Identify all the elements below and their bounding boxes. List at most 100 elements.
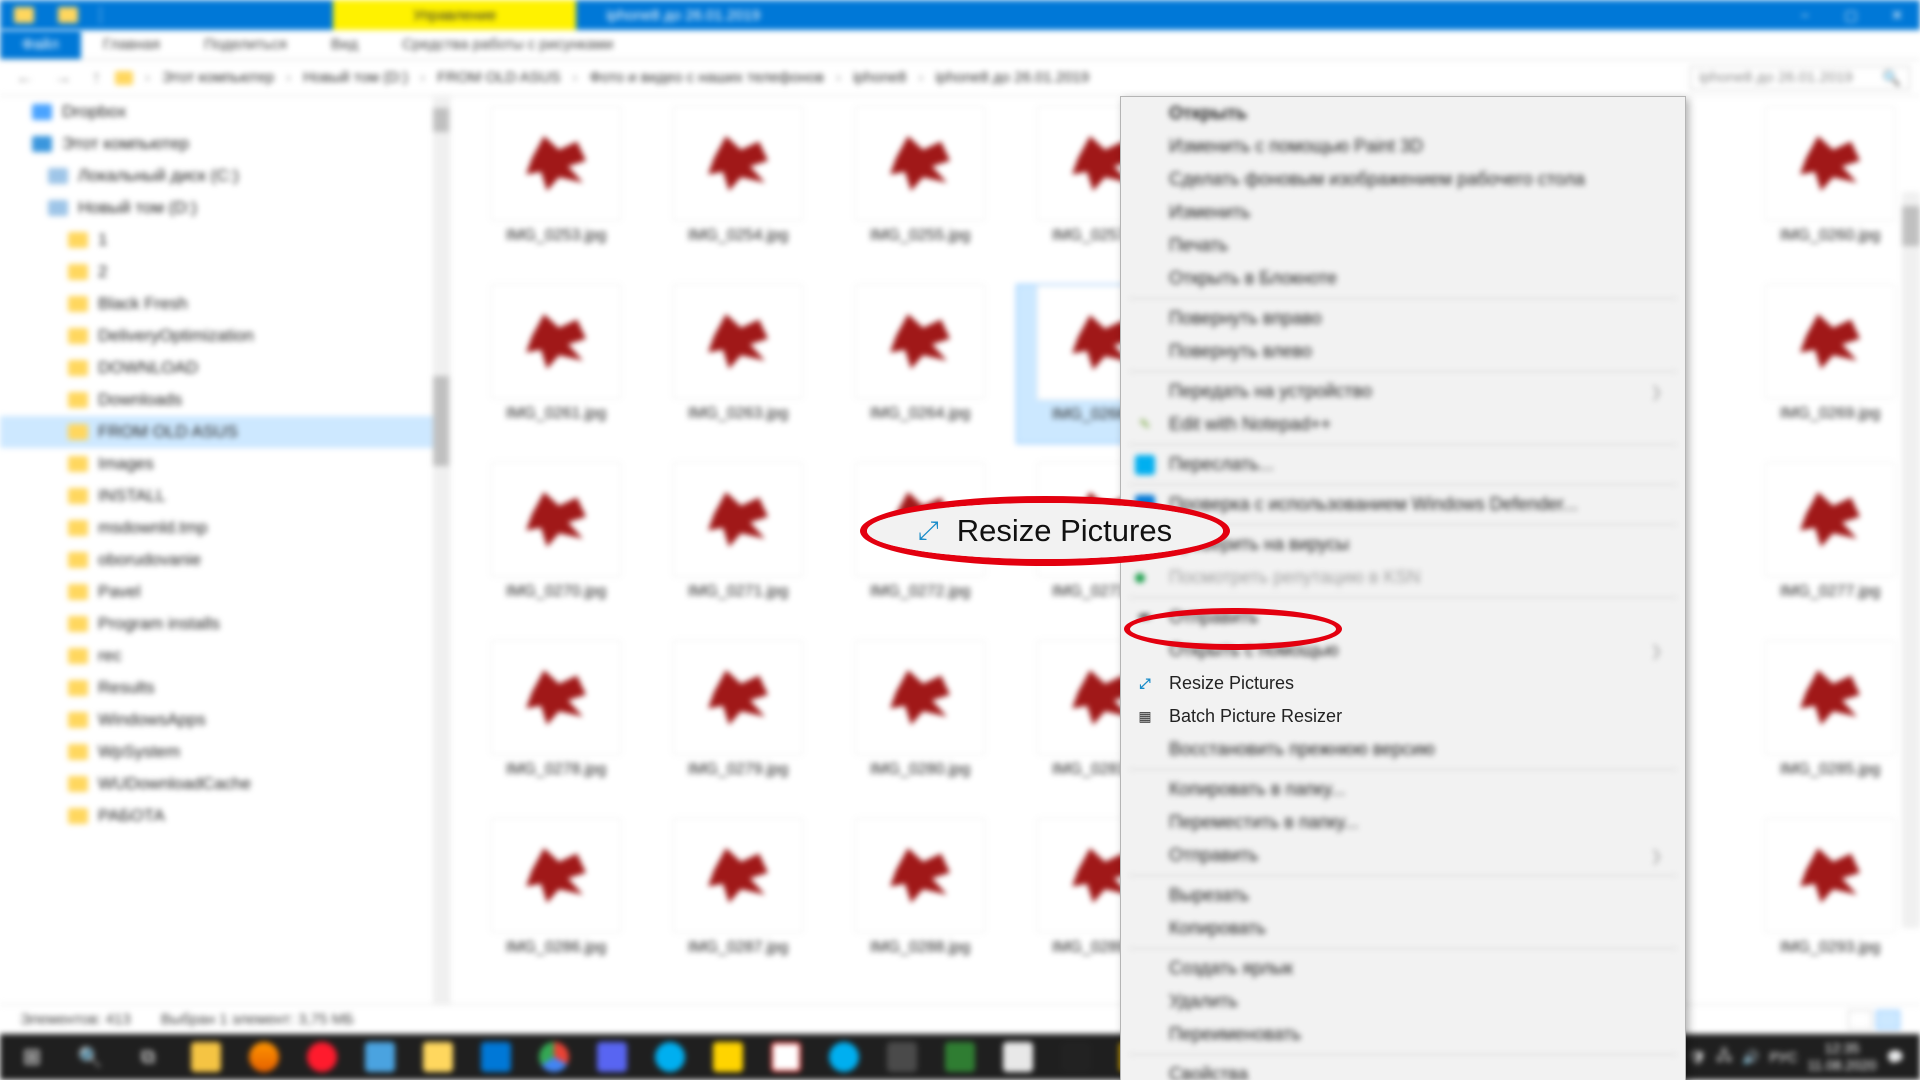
breadcrumb[interactable]: Этот компьютер	[162, 69, 274, 86]
breadcrumb[interactable]: FROM OLD ASUS	[437, 69, 560, 86]
taskbar-app-explorer[interactable]	[412, 1037, 464, 1077]
minimize-button[interactable]: −	[1782, 0, 1828, 30]
view-thumbnails-button[interactable]	[1876, 1010, 1900, 1030]
tab-share[interactable]: Поделиться	[182, 30, 309, 59]
file-item[interactable]: IMG_0277.jpg	[1744, 462, 1916, 622]
file-item[interactable]: IMG_0272.jpg	[834, 462, 1006, 622]
file-item[interactable]: IMG_0263.jpg	[652, 284, 824, 444]
scrollbar[interactable]	[433, 96, 449, 1004]
view-details-button[interactable]	[1848, 1010, 1872, 1030]
breadcrumb[interactable]: iphone8	[853, 69, 906, 86]
tab-home[interactable]: Главная	[81, 30, 182, 59]
search-input[interactable]: iphone8 до 26.01.2019 🔍	[1690, 66, 1910, 90]
breadcrumb[interactable]: Новый том (D:)	[303, 69, 408, 86]
taskbar-app[interactable]	[992, 1037, 1044, 1077]
tree-item[interactable]: 1	[0, 224, 449, 256]
nav-tree[interactable]: DropboxЭтот компьютерЛокальный диск (C:)…	[0, 96, 450, 1004]
task-view-button[interactable]: ⧉	[122, 1037, 174, 1077]
ctx-cut[interactable]: Вырезать	[1121, 879, 1685, 912]
tree-item[interactable]: DOWNLOAD	[0, 352, 449, 384]
file-item[interactable]: IMG_0279.jpg	[652, 640, 824, 800]
taskbar-app[interactable]	[702, 1037, 754, 1077]
file-item[interactable]: IMG_0278.jpg	[470, 640, 642, 800]
file-item[interactable]: IMG_0288.jpg	[834, 818, 1006, 978]
ctx-edit-notepadpp[interactable]: ✎Edit with Notepad++	[1121, 408, 1685, 441]
start-button[interactable]: ⊞	[6, 1037, 58, 1077]
tree-item[interactable]: oborudovanie	[0, 544, 449, 576]
taskbar-app[interactable]	[1050, 1037, 1102, 1077]
tray-volume-icon[interactable]: 🔊	[1742, 1049, 1759, 1066]
ctx-skype-share[interactable]: Переслать...	[1121, 448, 1685, 481]
taskbar-app-skype[interactable]	[818, 1037, 870, 1077]
nav-up-button[interactable]: ↑	[86, 67, 107, 88]
taskbar-app[interactable]	[354, 1037, 406, 1077]
ctx-rename[interactable]: Переименовать	[1121, 1018, 1685, 1051]
file-item[interactable]: IMG_0293.jpg	[1744, 818, 1916, 978]
ribbon-contextual-tab[interactable]: Управление	[333, 0, 576, 30]
taskbar-app-firefox[interactable]	[238, 1037, 290, 1077]
tree-item[interactable]: DeliveryOptimization	[0, 320, 449, 352]
ctx-edit[interactable]: Изменить	[1121, 196, 1685, 229]
file-item[interactable]: IMG_0287.jpg	[652, 818, 824, 978]
taskbar-app-opera[interactable]	[296, 1037, 348, 1077]
tray-network-icon[interactable]: 🖧	[1716, 1045, 1732, 1069]
file-item[interactable]: IMG_0253.jpg	[470, 106, 642, 266]
ctx-properties[interactable]: Свойства	[1121, 1058, 1685, 1080]
file-item[interactable]: IMG_0255.jpg	[834, 106, 1006, 266]
taskbar-app[interactable]	[644, 1037, 696, 1077]
tree-item[interactable]: WpSystem	[0, 736, 449, 768]
file-item[interactable]: IMG_0270.jpg	[470, 462, 642, 622]
tree-item[interactable]: Этот компьютер	[0, 128, 449, 160]
taskbar-app[interactable]	[180, 1037, 232, 1077]
tree-item[interactable]: FROM OLD ASUS	[0, 416, 449, 448]
tree-item[interactable]: Results	[0, 672, 449, 704]
ctx-move-to-folder[interactable]: Переместить в папку...	[1121, 806, 1685, 839]
ctx-defender-scan[interactable]: Проверка с использованием Windows Defend…	[1121, 488, 1685, 521]
file-item[interactable]: IMG_0260.jpg	[1744, 106, 1916, 266]
tab-picture-tools[interactable]: Средства работы с рисунками	[380, 30, 635, 59]
ctx-set-wallpaper[interactable]: Сделать фоновым изображением рабочего ст…	[1121, 163, 1685, 196]
ctx-create-shortcut[interactable]: Создать ярлык	[1121, 952, 1685, 985]
tree-item[interactable]: Black Fresh	[0, 288, 449, 320]
ctx-paint3d[interactable]: Изменить с помощью Paint 3D	[1121, 130, 1685, 163]
ctx-delete[interactable]: Удалить	[1121, 985, 1685, 1018]
breadcrumb[interactable]: Фото и видео с наших телефонов	[590, 69, 824, 86]
tray-icon[interactable]: 🛡	[1689, 1049, 1707, 1066]
tree-item[interactable]: РАБОТА	[0, 800, 449, 832]
file-item[interactable]: IMG_0261.jpg	[470, 284, 642, 444]
ctx-cast-to-device[interactable]: Передать на устройство〉	[1121, 375, 1685, 408]
ctx-open-notepad[interactable]: Открыть в Блокноте	[1121, 262, 1685, 295]
tree-item[interactable]: WindowsApps	[0, 704, 449, 736]
file-item[interactable]: IMG_0280.jpg	[834, 640, 1006, 800]
tree-item[interactable]: Локальный диск (C:)	[0, 160, 449, 192]
nav-back-button[interactable]: ←	[10, 67, 40, 88]
nav-forward-button[interactable]: →	[48, 67, 78, 88]
tree-item[interactable]: 2	[0, 256, 449, 288]
breadcrumb[interactable]: iphone8 до 26.01.2019	[935, 69, 1089, 86]
taskbar-app[interactable]	[586, 1037, 638, 1077]
taskbar-app[interactable]	[934, 1037, 986, 1077]
file-item[interactable]: IMG_0285.jpg	[1744, 640, 1916, 800]
search-button[interactable]: 🔍	[64, 1037, 116, 1077]
ctx-kaspersky-reputation[interactable]: Посмотреть репутацию в KSN	[1121, 561, 1685, 594]
file-item[interactable]: IMG_0264.jpg	[834, 284, 1006, 444]
ctx-rotate-right[interactable]: Повернуть вправо	[1121, 302, 1685, 335]
tree-item[interactable]: Dropbox	[0, 96, 449, 128]
tree-item[interactable]: Program installs	[0, 608, 449, 640]
file-item[interactable]: IMG_0254.jpg	[652, 106, 824, 266]
ctx-send-to[interactable]: Отправить〉	[1121, 839, 1685, 872]
ctx-share[interactable]: ⮫Отправить	[1121, 601, 1685, 634]
file-item[interactable]: IMG_0271.jpg	[652, 462, 824, 622]
ctx-print[interactable]: Печать	[1121, 229, 1685, 262]
tray-notifications-icon[interactable]: 💬	[1887, 1049, 1904, 1066]
tree-item[interactable]: Images	[0, 448, 449, 480]
taskbar-app[interactable]	[760, 1037, 812, 1077]
taskbar-app-store[interactable]	[470, 1037, 522, 1077]
ctx-rotate-left[interactable]: Повернуть влево	[1121, 335, 1685, 368]
tray-language[interactable]: РУС	[1769, 1049, 1797, 1065]
tree-item[interactable]: msdownld.tmp	[0, 512, 449, 544]
ctx-open-with[interactable]: Открыть с помощью〉	[1121, 634, 1685, 667]
tree-item[interactable]: Новый том (D:)	[0, 192, 449, 224]
ctx-copy-to-folder[interactable]: Копировать в папку...	[1121, 773, 1685, 806]
taskbar-app-chrome[interactable]	[528, 1037, 580, 1077]
